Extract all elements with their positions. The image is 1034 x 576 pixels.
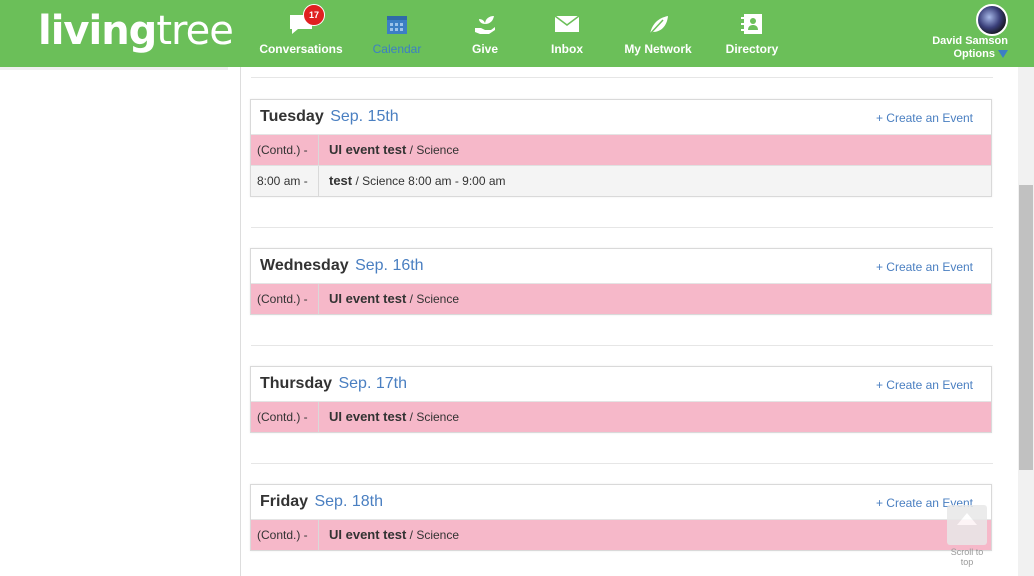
day-card-wednesday: Wednesday Sep. 16th + Create an Event (C… (250, 248, 992, 315)
page-scrollbar[interactable] (1018, 67, 1034, 576)
event-details: UI event test / Science (329, 520, 459, 550)
event-row[interactable]: (Contd.) - UI event test / Science (251, 402, 991, 432)
leaf-icon (649, 16, 668, 35)
event-time: (Contd.) - (251, 284, 319, 314)
day-header: Wednesday Sep. 16th + Create an Event (251, 249, 991, 284)
event-meta: / Science (406, 143, 460, 157)
event-title[interactable]: test (329, 173, 352, 188)
logo-text-living: living (38, 8, 157, 54)
event-row[interactable]: (Contd.) - UI event test / Science (251, 135, 991, 166)
nav-label: Give (471, 42, 498, 56)
hand-plant-icon (475, 16, 495, 34)
event-meta: / Science (406, 528, 460, 542)
nav-directory[interactable]: Directory (720, 0, 784, 67)
event-time: (Contd.) - (251, 520, 319, 550)
left-panel (0, 67, 241, 576)
event-meta: / Science (406, 410, 460, 424)
scroll-to-top-button[interactable]: Scroll to top (947, 505, 987, 571)
scroll-to-top-label: Scroll to top (950, 547, 984, 567)
top-navigation-bar: livingtree 17 Conversations Calendar Giv… (0, 0, 1034, 67)
envelope-icon (554, 15, 580, 32)
divider (251, 77, 993, 78)
nav-label: Conversations (259, 42, 343, 56)
day-title: Wednesday Sep. 16th (260, 257, 424, 275)
event-time: (Contd.) - (251, 135, 319, 165)
create-event-link[interactable]: + Create an Event (876, 378, 973, 392)
left-panel-divider (0, 67, 228, 70)
create-event-link[interactable]: + Create an Event (876, 260, 973, 274)
day-card-friday: Friday Sep. 18th + Create an Event (Cont… (250, 484, 992, 551)
event-title[interactable]: UI event test (329, 291, 406, 306)
day-header: Thursday Sep. 17th + Create an Event (251, 367, 991, 402)
scrollbar-thumb[interactable] (1019, 185, 1033, 470)
nav-label: Calendar (372, 42, 422, 56)
nav-inbox[interactable]: Inbox (537, 0, 597, 67)
nav-label: Directory (725, 42, 779, 56)
calendar-icon (387, 16, 407, 34)
user-name: David Samson (932, 35, 1008, 47)
event-title[interactable]: UI event test (329, 527, 406, 542)
nav-calendar[interactable]: Calendar (362, 0, 432, 67)
create-event-link[interactable]: + Create an Event (876, 111, 973, 125)
date: Sep. 16th (355, 257, 424, 274)
event-time: 8:00 am - (251, 166, 319, 196)
avatar[interactable] (976, 4, 1008, 36)
chevron-down-icon (998, 50, 1008, 59)
day-card-thursday: Thursday Sep. 17th + Create an Event (Co… (250, 366, 992, 433)
conversations-badge: 17 (303, 4, 325, 26)
logo-text-tree: tree (156, 8, 233, 54)
event-row[interactable]: 8:00 am - test / Science 8:00 am - 9:00 … (251, 166, 991, 196)
arrow-up-icon[interactable] (947, 505, 987, 545)
contacts-book-icon (741, 14, 762, 34)
event-time: (Contd.) - (251, 402, 319, 432)
nav-conversations[interactable]: 17 Conversations (256, 0, 346, 67)
event-details: test / Science 8:00 am - 9:00 am (329, 166, 506, 196)
date: Sep. 17th (338, 375, 407, 392)
date: Sep. 18th (314, 493, 383, 510)
event-details: UI event test / Science (329, 402, 459, 432)
weekday: Thursday (260, 375, 333, 392)
divider (251, 463, 993, 464)
user-options[interactable]: Options (953, 48, 1008, 60)
event-meta: / Science 8:00 am - 9:00 am (352, 174, 506, 188)
divider (251, 227, 993, 228)
day-title: Thursday Sep. 17th (260, 375, 407, 393)
nav-label: My Network (624, 42, 692, 56)
weekday: Friday (260, 493, 309, 510)
day-title: Tuesday Sep. 15th (260, 108, 399, 126)
divider (251, 345, 993, 346)
day-title: Friday Sep. 18th (260, 493, 383, 511)
event-meta: / Science (406, 292, 460, 306)
day-card-tuesday: Tuesday Sep. 15th + Create an Event (Con… (250, 99, 992, 197)
event-title[interactable]: UI event test (329, 409, 406, 424)
nav-label: Inbox (551, 42, 583, 56)
event-details: UI event test / Science (329, 284, 459, 314)
livingtree-logo[interactable]: livingtree (38, 8, 234, 54)
event-row[interactable]: (Contd.) - UI event test / Science (251, 520, 991, 550)
date: Sep. 15th (330, 108, 399, 125)
event-details: UI event test / Science (329, 135, 459, 165)
nav-give[interactable]: Give (455, 0, 515, 67)
options-label: Options (953, 48, 995, 60)
event-row[interactable]: (Contd.) - UI event test / Science (251, 284, 991, 314)
event-title[interactable]: UI event test (329, 142, 406, 157)
weekday: Wednesday (260, 257, 349, 274)
calendar-list: Tuesday Sep. 15th + Create an Event (Con… (241, 67, 1018, 576)
nav-my-network[interactable]: My Network (618, 0, 698, 67)
day-header: Friday Sep. 18th + Create an Event (251, 485, 991, 520)
weekday: Tuesday (260, 108, 324, 125)
day-header: Tuesday Sep. 15th + Create an Event (251, 100, 991, 135)
